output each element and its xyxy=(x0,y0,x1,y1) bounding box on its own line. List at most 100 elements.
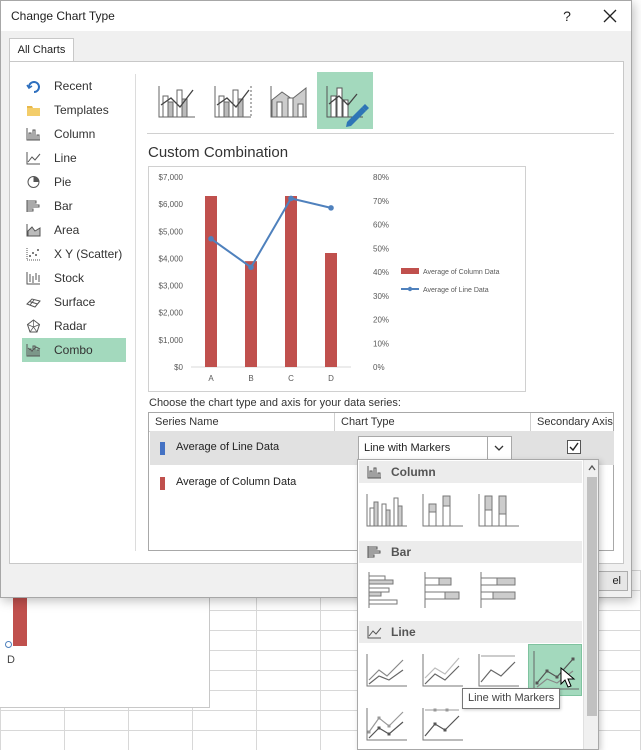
y-axis-tick-label: $4,000 xyxy=(159,254,184,263)
stacked-line-icon xyxy=(422,654,463,687)
category-stock[interactable]: Stock xyxy=(22,266,126,290)
line-chart-icon xyxy=(367,626,382,639)
dropdown-group-line: Line xyxy=(359,621,582,643)
line-marker xyxy=(288,195,294,202)
option-stacked-bar[interactable] xyxy=(419,568,467,614)
option-stacked-line-with-markers[interactable] xyxy=(363,702,411,748)
category-area[interactable]: Area xyxy=(22,218,126,242)
line-marker xyxy=(208,235,214,242)
y-axis-tick-label: $6,000 xyxy=(159,200,184,209)
secondary-axis-checkbox[interactable] xyxy=(567,440,581,454)
x-axis-tick-label: B xyxy=(248,374,253,383)
line-marker xyxy=(248,264,254,271)
category-label: Radar xyxy=(54,319,87,333)
category-pie[interactable]: Pie xyxy=(22,170,126,194)
bar xyxy=(285,196,297,367)
dropdown-button[interactable] xyxy=(487,437,511,460)
column-header-secondary-axis: Secondary Axis xyxy=(531,413,614,432)
stacked-area-column-icon xyxy=(270,86,307,118)
option-clustered-bar[interactable] xyxy=(363,568,411,614)
category-label: Templates xyxy=(54,103,109,117)
y-axis-tick-label: $5,000 xyxy=(159,227,184,236)
category-bar[interactable]: Bar xyxy=(22,194,126,218)
category-column[interactable]: Column xyxy=(22,122,126,146)
subtype-custom-combination[interactable] xyxy=(317,72,373,129)
bar xyxy=(245,261,257,367)
column-header-series-name: Series Name xyxy=(149,413,335,432)
checkmark-icon xyxy=(569,442,579,452)
option-100-stacked-line-with-markers[interactable] xyxy=(419,702,467,748)
stock-chart-icon xyxy=(26,272,40,285)
legend-label: Average of Column Data xyxy=(423,269,500,276)
legend-label: Average of Line Data xyxy=(423,287,489,294)
category-radar[interactable]: Radar xyxy=(22,314,126,338)
option-100-stacked-column[interactable] xyxy=(475,488,523,534)
subtype-divider xyxy=(147,133,614,134)
secondary-y-axis-tick-label: 60% xyxy=(373,221,389,230)
percent-stacked-line-with-markers-icon xyxy=(422,708,463,741)
category-label: Area xyxy=(54,223,80,237)
option-line[interactable] xyxy=(363,648,411,694)
option-stacked-column[interactable] xyxy=(419,488,467,534)
clustered-column-line-secondary-icon xyxy=(214,86,252,118)
folder-icon xyxy=(27,106,40,116)
subtype-clustered-column-line[interactable] xyxy=(149,72,205,129)
category-xy-scatter[interactable]: X Y (Scatter) xyxy=(22,242,126,266)
category-line[interactable]: Line xyxy=(22,146,126,170)
x-axis-tick-label: D xyxy=(328,374,334,383)
dialog-title: Change Chart Type xyxy=(11,9,115,23)
bar-chart-icon xyxy=(26,200,40,212)
clustered-column-line-icon xyxy=(158,86,195,118)
bar xyxy=(325,253,337,367)
series-color-swatch xyxy=(160,477,165,490)
secondary-y-axis-tick-label: 70% xyxy=(373,197,389,206)
series-line xyxy=(210,197,332,269)
chevron-down-icon xyxy=(494,445,504,451)
help-button[interactable]: ? xyxy=(557,5,577,27)
percent-stacked-bar-icon xyxy=(480,572,516,608)
category-recent[interactable]: Recent xyxy=(22,74,126,98)
chart-type-select[interactable]: Line with Markers xyxy=(358,436,512,461)
dropdown-group-column: Column xyxy=(359,461,582,483)
option-clustered-column[interactable] xyxy=(363,488,411,534)
secondary-y-axis-tick-label: 30% xyxy=(373,292,389,301)
close-button[interactable] xyxy=(599,5,621,27)
category-templates[interactable]: Templates xyxy=(22,98,126,122)
legend-marker xyxy=(407,286,413,292)
combo-chart-icon xyxy=(26,344,41,357)
subtype-stacked-area-column[interactable] xyxy=(261,72,317,129)
worksheet-chart-bar xyxy=(13,598,27,646)
category-divider xyxy=(135,74,136,551)
tab-all-charts[interactable]: All Charts xyxy=(9,38,74,62)
series-name: Average of Line Data xyxy=(176,441,280,453)
column-chart-icon xyxy=(367,466,381,479)
x-axis-tick-label: A xyxy=(208,374,214,383)
dropdown-scrollbar[interactable] xyxy=(583,460,598,749)
combo-chart: $0 $1,000 $2,000 $3,000 $4,000 $5,000 $6,000 $7… xyxy=(159,173,500,383)
category-combo[interactable]: Combo xyxy=(22,338,126,362)
option-100-stacked-bar[interactable] xyxy=(475,568,523,614)
scrollbar-thumb[interactable] xyxy=(587,477,597,716)
clustered-bar-icon xyxy=(368,572,398,608)
radar-chart-icon xyxy=(26,319,41,333)
worksheet-chart-marker xyxy=(5,641,12,648)
chevron-up-icon[interactable] xyxy=(587,463,597,473)
area-chart-icon xyxy=(26,224,41,237)
option-stacked-line[interactable] xyxy=(419,648,467,694)
category-label: Combo xyxy=(54,343,93,357)
category-surface[interactable]: Surface xyxy=(22,290,126,314)
choose-series-label: Choose the chart type and axis for your … xyxy=(149,397,401,409)
line-icon xyxy=(366,654,407,687)
category-label: Column xyxy=(54,127,96,141)
dropdown-group-label: Column xyxy=(391,465,436,479)
secondary-y-axis-tick-label: 20% xyxy=(373,316,389,325)
line-chart-icon xyxy=(26,152,41,165)
custom-combination-icon xyxy=(326,86,369,127)
y-axis-tick-label: $2,000 xyxy=(159,309,184,318)
chart-type-value: Line with Markers xyxy=(364,442,451,454)
bar xyxy=(205,196,217,367)
dropdown-group-label: Line xyxy=(391,625,416,639)
dropdown-group-label: Bar xyxy=(391,545,412,559)
subtype-clustered-column-line-secondary[interactable] xyxy=(205,72,261,129)
secondary-y-axis-tick-label: 0% xyxy=(373,363,385,372)
